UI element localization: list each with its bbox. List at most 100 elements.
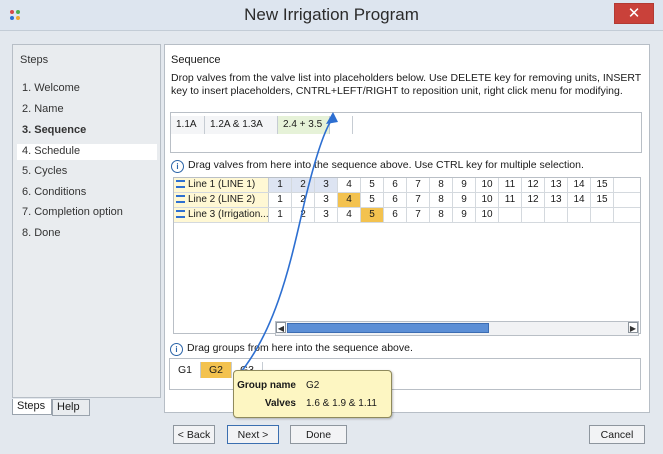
valve-cell[interactable]: 8 bbox=[430, 208, 453, 222]
valve-cell[interactable]: 1 bbox=[269, 208, 292, 222]
valve-cell[interactable] bbox=[499, 208, 522, 222]
valve-cell[interactable]: 2 bbox=[292, 178, 315, 192]
section-title: Sequence bbox=[171, 54, 221, 66]
group-tooltip: Group name G2 Valves 1.6 & 1.9 & 1.11 bbox=[233, 370, 392, 418]
step-done[interactable]: 8. Done bbox=[22, 227, 61, 239]
valve-cell[interactable]: 2 bbox=[292, 193, 315, 207]
valve-cell[interactable]: 13 bbox=[545, 178, 568, 192]
valve-cell[interactable]: 13 bbox=[545, 193, 568, 207]
close-icon: ✕ bbox=[627, 5, 641, 22]
valve-cell[interactable]: 6 bbox=[384, 193, 407, 207]
groups-hint: i Drag groups from here into the sequence… bbox=[170, 342, 413, 356]
sequence-box[interactable]: 1.1A 1.2A & 1.3A 2.4 + 3.5 bbox=[170, 112, 642, 153]
valves-label: Valves bbox=[264, 398, 296, 409]
valve-cell[interactable] bbox=[522, 208, 545, 222]
group-item-g1[interactable]: G1 bbox=[170, 362, 201, 378]
valve-cell[interactable] bbox=[568, 208, 591, 222]
sequence-description: Drop valves from the valve list into pla… bbox=[171, 72, 641, 97]
valve-cell[interactable] bbox=[591, 208, 614, 222]
sequence-item[interactable]: 1.2A & 1.3A bbox=[205, 116, 278, 134]
valve-grid: Line 1 (LINE 1) 1 2 3 4 5 6 7 8 9 10 11 … bbox=[173, 177, 641, 334]
valve-cell[interactable]: 6 bbox=[384, 178, 407, 192]
valve-cell[interactable]: 3 bbox=[315, 193, 338, 207]
valve-cell[interactable]: 10 bbox=[476, 193, 499, 207]
valve-cell[interactable]: 7 bbox=[407, 193, 430, 207]
line-label[interactable]: Line 1 (LINE 1) bbox=[174, 178, 269, 192]
valve-row: Line 2 (LINE 2) 1 2 3 4 5 6 7 8 9 10 11 … bbox=[174, 193, 640, 208]
valve-cell[interactable] bbox=[545, 208, 568, 222]
valves-hint-text: Drag valves from here into the sequence … bbox=[188, 159, 584, 171]
scrollbar-thumb[interactable] bbox=[287, 323, 489, 333]
valve-cell[interactable]: 11 bbox=[499, 193, 522, 207]
valve-cell[interactable]: 6 bbox=[384, 208, 407, 222]
back-button[interactable]: < Back bbox=[173, 425, 215, 444]
valve-cell[interactable]: 4 bbox=[338, 178, 361, 192]
group-name-value: G2 bbox=[306, 380, 320, 391]
group-item-g2[interactable]: G2 bbox=[201, 362, 232, 378]
valve-cell[interactable]: 9 bbox=[453, 208, 476, 222]
sequence-placeholder[interactable] bbox=[330, 116, 353, 134]
line-label[interactable]: Line 2 (LINE 2) bbox=[174, 193, 269, 207]
cancel-button[interactable]: Cancel bbox=[589, 425, 645, 444]
steps-panel: Steps 1. Welcome 2. Name 3. Sequence 4. … bbox=[12, 44, 161, 398]
valve-cell[interactable]: 10 bbox=[476, 178, 499, 192]
valve-cell[interactable]: 5 bbox=[361, 178, 384, 192]
step-completion-option[interactable]: 7. Completion option bbox=[22, 206, 123, 218]
info-icon: i bbox=[170, 343, 183, 356]
step-sequence[interactable]: 3. Sequence bbox=[22, 124, 86, 136]
valve-cell[interactable]: 2 bbox=[292, 208, 315, 222]
valve-cell[interactable]: 10 bbox=[476, 208, 499, 222]
sequence-item[interactable]: 1.1A bbox=[171, 116, 205, 134]
line-name: Line 3 (Irrigation... bbox=[188, 209, 269, 220]
valve-cell[interactable]: 1 bbox=[269, 178, 292, 192]
valve-cell[interactable]: 9 bbox=[453, 178, 476, 192]
valve-row: Line 3 (Irrigation... 1 2 3 4 5 6 7 8 9 … bbox=[174, 208, 640, 223]
valve-cell[interactable]: 14 bbox=[568, 178, 591, 192]
line-icon bbox=[176, 180, 185, 188]
step-cycles[interactable]: 5. Cycles bbox=[22, 165, 67, 177]
valve-grid-scrollbar[interactable]: ◀ ▶ bbox=[275, 321, 639, 336]
scroll-left-icon[interactable]: ◀ bbox=[276, 322, 286, 333]
valve-cell[interactable]: 8 bbox=[430, 178, 453, 192]
group-name-label: Group name bbox=[237, 380, 296, 391]
valve-cell[interactable]: 1 bbox=[269, 193, 292, 207]
step-conditions[interactable]: 6. Conditions bbox=[22, 186, 86, 198]
step-schedule[interactable]: 4. Schedule bbox=[22, 145, 80, 157]
done-button[interactable]: Done bbox=[290, 425, 347, 444]
close-button[interactable]: ✕ bbox=[614, 3, 654, 24]
valve-cell[interactable]: 3 bbox=[315, 178, 338, 192]
window-title: New Irrigation Program bbox=[244, 5, 419, 24]
valve-cell[interactable]: 4 bbox=[338, 193, 361, 207]
valves-hint: i Drag valves from here into the sequence… bbox=[171, 159, 584, 173]
sequence-item[interactable]: 2.4 + 3.5 bbox=[278, 116, 330, 134]
line-label[interactable]: Line 3 (Irrigation... bbox=[174, 208, 269, 222]
line-name: Line 1 (LINE 1) bbox=[188, 179, 256, 190]
step-welcome[interactable]: 1. Welcome bbox=[22, 82, 80, 94]
line-icon bbox=[176, 195, 185, 203]
valve-cell[interactable]: 14 bbox=[568, 193, 591, 207]
valves-value: 1.6 & 1.9 & 1.11 bbox=[306, 398, 377, 409]
valve-cell[interactable]: 5 bbox=[361, 208, 384, 222]
valve-cell[interactable]: 3 bbox=[315, 208, 338, 222]
valve-cell[interactable]: 8 bbox=[430, 193, 453, 207]
groups-hint-text: Drag groups from here into the sequence … bbox=[187, 342, 413, 354]
irrigation-program-dialog: New Irrigation Program ✕ Steps 1. Welcom… bbox=[0, 0, 663, 454]
valve-cell[interactable]: 12 bbox=[522, 178, 545, 192]
valve-cell[interactable]: 5 bbox=[361, 193, 384, 207]
next-button[interactable]: Next > bbox=[227, 425, 279, 444]
valve-cell[interactable]: 12 bbox=[522, 193, 545, 207]
valve-cell[interactable]: 9 bbox=[453, 193, 476, 207]
line-name: Line 2 (LINE 2) bbox=[188, 194, 256, 205]
valve-cell[interactable]: 7 bbox=[407, 178, 430, 192]
valve-cell[interactable]: 15 bbox=[591, 193, 614, 207]
valve-cell[interactable]: 11 bbox=[499, 178, 522, 192]
valve-cell[interactable]: 15 bbox=[591, 178, 614, 192]
scroll-right-icon[interactable]: ▶ bbox=[628, 322, 638, 333]
tab-help[interactable]: Help bbox=[52, 399, 90, 416]
tab-steps[interactable]: Steps bbox=[12, 399, 52, 415]
valve-cell[interactable]: 7 bbox=[407, 208, 430, 222]
valve-row: Line 1 (LINE 1) 1 2 3 4 5 6 7 8 9 10 11 … bbox=[174, 178, 640, 193]
steps-header: Steps bbox=[20, 54, 49, 66]
step-name[interactable]: 2. Name bbox=[22, 103, 64, 115]
valve-cell[interactable]: 4 bbox=[338, 208, 361, 222]
